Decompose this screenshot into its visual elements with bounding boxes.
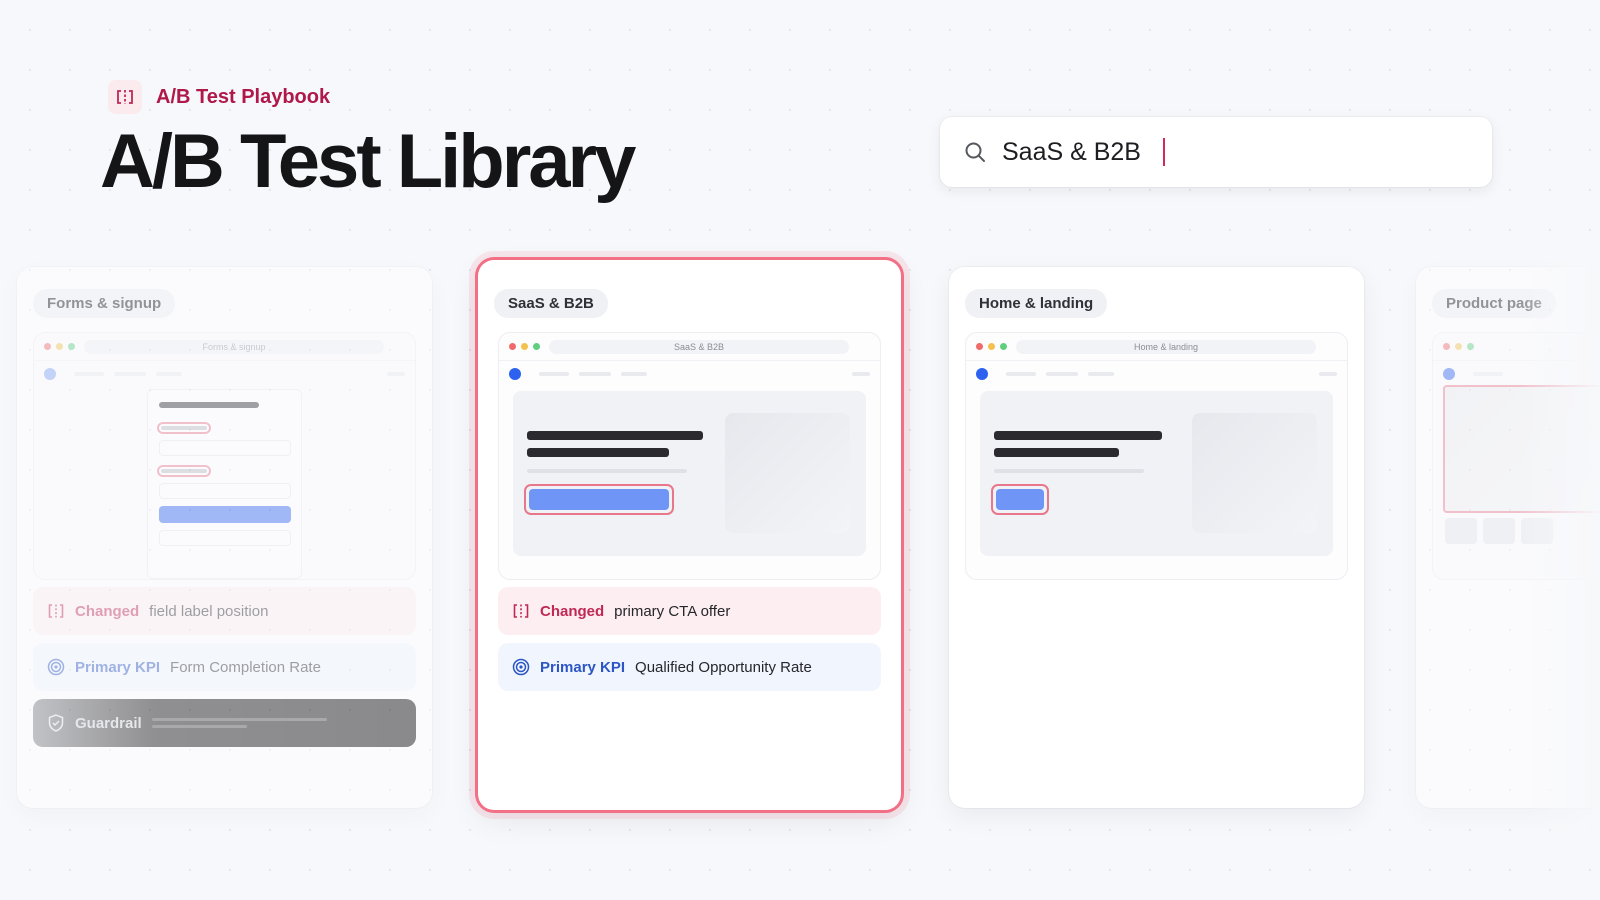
page-title: A/B Test Library <box>100 119 636 204</box>
cta-highlight <box>991 484 1049 515</box>
hero-mockup <box>513 391 866 556</box>
search-input[interactable]: SaaS & B2B <box>940 117 1492 187</box>
kpi-chip: Primary KPI Form Completion Rate <box>33 643 416 691</box>
guardrail-label: Guardrail <box>75 714 142 732</box>
card-tag: Forms & signup <box>33 289 176 318</box>
page-mockup: SaaS & B2B <box>498 332 881 580</box>
target-icon <box>512 658 530 676</box>
form-mockup <box>147 389 302 579</box>
hero-mockup <box>980 391 1333 556</box>
shield-check-icon <box>47 714 65 732</box>
mock-url: Forms & signup <box>84 340 384 354</box>
guardrail-placeholder <box>151 716 332 730</box>
changed-chip: Changed primary CTA offer <box>498 587 881 635</box>
product-image-highlight <box>1443 385 1600 513</box>
page-mockup <box>1432 332 1600 580</box>
test-card-home-landing[interactable]: Home & landing Home & landing <box>949 267 1364 808</box>
changed-value: primary CTA offer <box>614 602 731 620</box>
kpi-label: Primary KPI <box>540 658 626 676</box>
test-card-forms-signup[interactable]: Forms & signup Forms & signup Changed fi… <box>17 267 432 808</box>
brand: A/B Test Playbook <box>108 80 330 114</box>
page-mockup: Forms & signup <box>33 332 416 580</box>
changed-value: field label position <box>149 602 269 620</box>
ab-split-icon <box>47 602 65 620</box>
search-icon <box>964 141 986 163</box>
card-tag: Home & landing <box>965 289 1108 318</box>
changed-label: Changed <box>75 602 140 620</box>
card-tag: Product page <box>1432 289 1556 318</box>
changed-chip: Changed field label position <box>33 587 416 635</box>
ab-split-icon <box>512 602 530 620</box>
kpi-label: Primary KPI <box>75 658 161 676</box>
ab-split-icon <box>108 80 142 114</box>
mock-url: SaaS & B2B <box>549 340 849 354</box>
target-icon <box>47 658 65 676</box>
kpi-value: Qualified Opportunity Rate <box>635 658 812 676</box>
test-card-product-page[interactable]: Product page <box>1416 267 1600 808</box>
changed-label: Changed <box>540 602 605 620</box>
text-caret <box>1162 138 1165 166</box>
cta-highlight <box>524 484 674 515</box>
page-mockup: Home & landing <box>965 332 1348 580</box>
kpi-value: Form Completion Rate <box>170 658 321 676</box>
card-tag: SaaS & B2B <box>494 289 608 318</box>
guardrail-chip: Guardrail <box>33 699 416 747</box>
search-value: SaaS & B2B <box>1002 137 1141 166</box>
test-card-saas-b2b[interactable]: SaaS & B2B SaaS & B2B Changed primary CT… <box>478 260 901 810</box>
brand-label: A/B Test Playbook <box>156 85 331 108</box>
kpi-chip: Primary KPI Qualified Opportunity Rate <box>498 643 881 691</box>
mock-url: Home & landing <box>1016 340 1316 354</box>
